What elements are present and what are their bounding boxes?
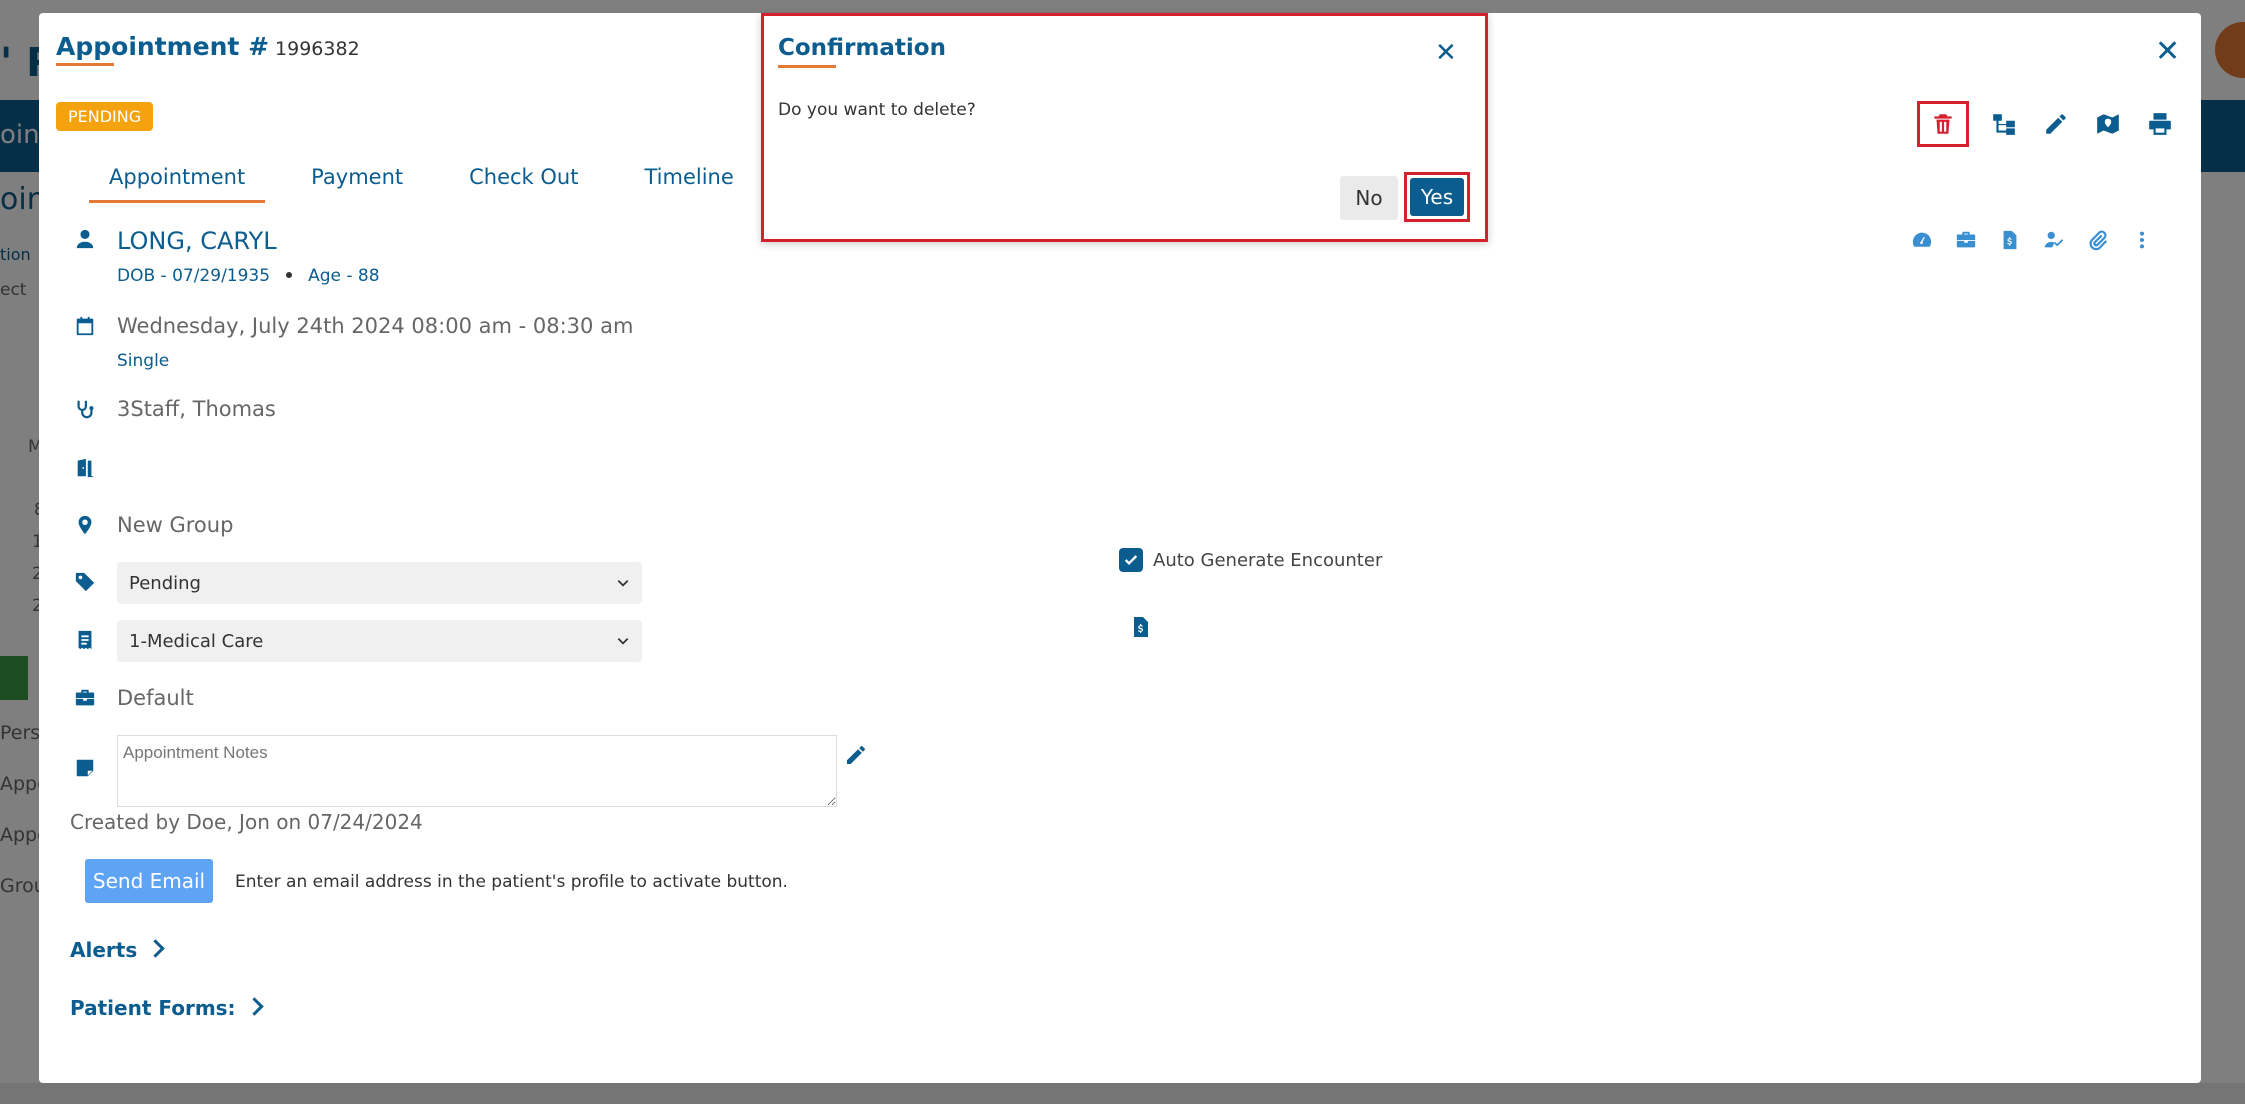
secondary-toolbar <box>1908 226 2156 254</box>
tab-check-out[interactable]: Check Out <box>449 153 598 203</box>
patient-dob-age: DOB - 07/29/1935 Age - 88 <box>117 266 380 286</box>
trash-icon <box>1934 114 1952 134</box>
invoice-button[interactable] <box>1996 226 2024 254</box>
calendar-icon <box>73 314 97 338</box>
confirmation-dialog: Confirmation ✕ Do you want to delete? No… <box>761 13 1488 242</box>
check-in-button[interactable] <box>2040 226 2068 254</box>
briefcase-icon <box>1956 231 1976 248</box>
paperclip-icon <box>2089 230 2108 251</box>
link-appointments-button[interactable] <box>1987 107 2021 141</box>
more-options-button[interactable] <box>2128 226 2156 254</box>
close-icon[interactable]: ✕ <box>1435 40 1457 66</box>
patient-age: Age - 88 <box>308 266 380 286</box>
alerts-label: Alerts <box>70 938 138 962</box>
visit-type-select-value: 1-Medical Care <box>129 630 264 652</box>
auto-generate-encounter-label: Auto Generate Encounter <box>1153 550 1383 571</box>
tab-payment[interactable]: Payment <box>291 153 423 203</box>
send-email-button[interactable]: Send Email <box>85 859 213 903</box>
map-marker-icon <box>2097 114 2119 134</box>
pencil-icon <box>2046 114 2066 134</box>
user-check-icon <box>2044 231 2064 248</box>
chevron-right-icon <box>244 997 264 1016</box>
tab-appointment[interactable]: Appointment <box>89 153 266 203</box>
send-email-hint: Enter an email address in the patient's … <box>235 872 788 892</box>
confirmation-title-underline <box>778 65 836 68</box>
auto-generate-encounter-checkbox[interactable] <box>1119 548 1143 572</box>
appointment-number: 1996382 <box>275 38 360 60</box>
chevron-down-icon <box>617 580 629 587</box>
chevron-down-icon <box>617 638 629 645</box>
confirmation-message: Do you want to delete? <box>778 100 976 120</box>
sitemap-icon <box>1993 114 2015 135</box>
tab-timeline[interactable]: Timeline <box>624 153 753 203</box>
attachments-button[interactable] <box>2084 226 2112 254</box>
case-name: Default <box>117 686 194 710</box>
status-badge: PENDING <box>56 102 154 131</box>
location-pin-icon <box>73 513 97 537</box>
provider-name: 3Staff, Thomas <box>117 397 276 421</box>
appointment-toolbar <box>1917 101 2177 147</box>
file-invoice-icon[interactable] <box>1129 614 1153 640</box>
dashboard-button[interactable] <box>1908 226 1936 254</box>
patient-name-link[interactable]: LONG, CARYL <box>117 227 277 255</box>
user-icon <box>73 227 97 251</box>
more-vertical-icon <box>2139 231 2145 249</box>
receipt-icon <box>73 628 97 652</box>
title-underline <box>56 63 114 66</box>
case-button[interactable] <box>1952 226 1980 254</box>
appointment-datetime: Wednesday, July 24th 2024 08:00 am - 08:… <box>117 314 634 338</box>
edit-button[interactable] <box>2039 107 2073 141</box>
map-button[interactable] <box>2091 107 2125 141</box>
created-by-text: Created by Doe, Jon on 07/24/2024 <box>70 810 423 834</box>
stethoscope-icon <box>73 397 97 421</box>
door-icon <box>73 456 97 480</box>
delete-button[interactable] <box>1917 101 1969 147</box>
visit-type-select[interactable]: 1-Medical Care <box>117 620 642 662</box>
patient-forms-toggle[interactable]: Patient Forms: <box>70 996 264 1020</box>
recurrence-type: Single <box>117 351 170 371</box>
alerts-toggle[interactable]: Alerts <box>70 938 165 962</box>
status-select-value: Pending <box>129 572 201 594</box>
modal-title: Appointment #1996382 <box>56 32 360 61</box>
separator-dot <box>286 272 293 278</box>
patient-dob: DOB - 07/29/1935 <box>117 266 271 286</box>
checkmark-icon <box>1124 555 1138 565</box>
sticky-note-icon <box>73 756 97 780</box>
appointment-notes-input[interactable] <box>117 735 837 807</box>
patient-forms-label: Patient Forms: <box>70 996 236 1020</box>
print-icon <box>2149 113 2171 135</box>
print-button[interactable] <box>2143 107 2177 141</box>
dashboard-icon <box>1912 232 1932 247</box>
yes-button-highlight: Yes <box>1404 172 1470 222</box>
notes-edit-icon[interactable] <box>844 743 868 767</box>
confirmation-title: Confirmation <box>778 35 946 61</box>
yes-button[interactable]: Yes <box>1410 178 1464 216</box>
chevron-right-icon <box>146 939 165 958</box>
no-button[interactable]: No <box>1340 176 1398 220</box>
file-invoice-icon <box>2003 230 2017 250</box>
status-select[interactable]: Pending <box>117 562 642 604</box>
tab-bar: Appointment Payment Check Out Timeline <box>89 153 780 203</box>
close-icon[interactable]: ✕ <box>2155 37 2180 67</box>
tag-icon <box>73 570 97 594</box>
briefcase-icon <box>73 686 97 710</box>
modal-title-label: Appointment # <box>56 32 270 61</box>
location-name: New Group <box>117 513 234 537</box>
